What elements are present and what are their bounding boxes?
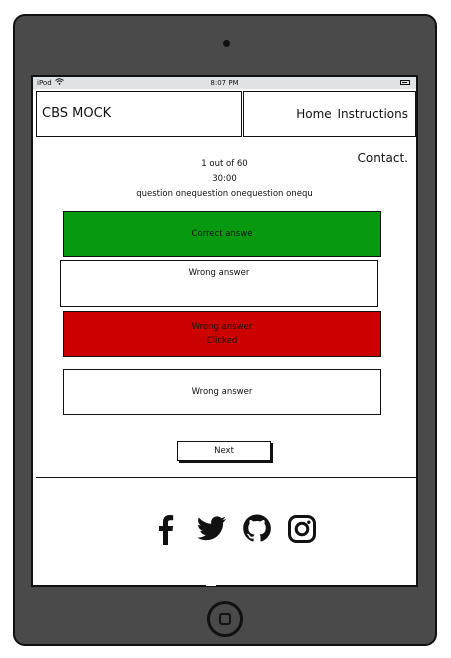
answer-option-4[interactable]: Wrong answer [63, 369, 381, 415]
nav-bar: Home Instructions Contact. [243, 91, 416, 165]
device-screen: iPod 8:07 PM CBS MOCK Home Instructions … [31, 75, 418, 587]
question-counter: 1 out of 60 [201, 159, 248, 169]
answer-option-2[interactable]: Wrong answer [60, 260, 378, 307]
instagram-icon[interactable] [287, 513, 317, 549]
answer-label: Wrong answer [191, 322, 253, 332]
answer-clicked-label: Clicked [206, 336, 238, 346]
facebook-icon[interactable] [155, 513, 179, 551]
footer-divider [36, 477, 416, 478]
nav-home[interactable]: Home [296, 107, 331, 121]
next-button[interactable]: Next [177, 441, 271, 461]
page-indicator [206, 581, 216, 586]
home-button[interactable] [207, 601, 243, 637]
twitter-icon[interactable] [195, 513, 227, 547]
question-text: question onequestion onequestion onequ [136, 189, 313, 199]
answer-option-clicked[interactable]: Wrong answer Clicked [63, 311, 381, 357]
battery-icon [400, 80, 410, 85]
camera [223, 40, 230, 47]
brand-title[interactable]: CBS MOCK [36, 91, 242, 137]
status-bar: iPod 8:07 PM [33, 77, 416, 89]
answer-label: Wrong answer [191, 387, 253, 397]
answer-option-correct[interactable]: Correct answe [63, 211, 381, 257]
answer-label: Wrong answer [188, 268, 250, 278]
github-icon[interactable] [242, 513, 272, 549]
status-time: 8:07 PM [210, 79, 239, 87]
nav-instructions[interactable]: Instructions [338, 107, 408, 121]
answer-label: Correct answe [191, 229, 253, 239]
countdown-timer: 30:00 [212, 174, 237, 184]
